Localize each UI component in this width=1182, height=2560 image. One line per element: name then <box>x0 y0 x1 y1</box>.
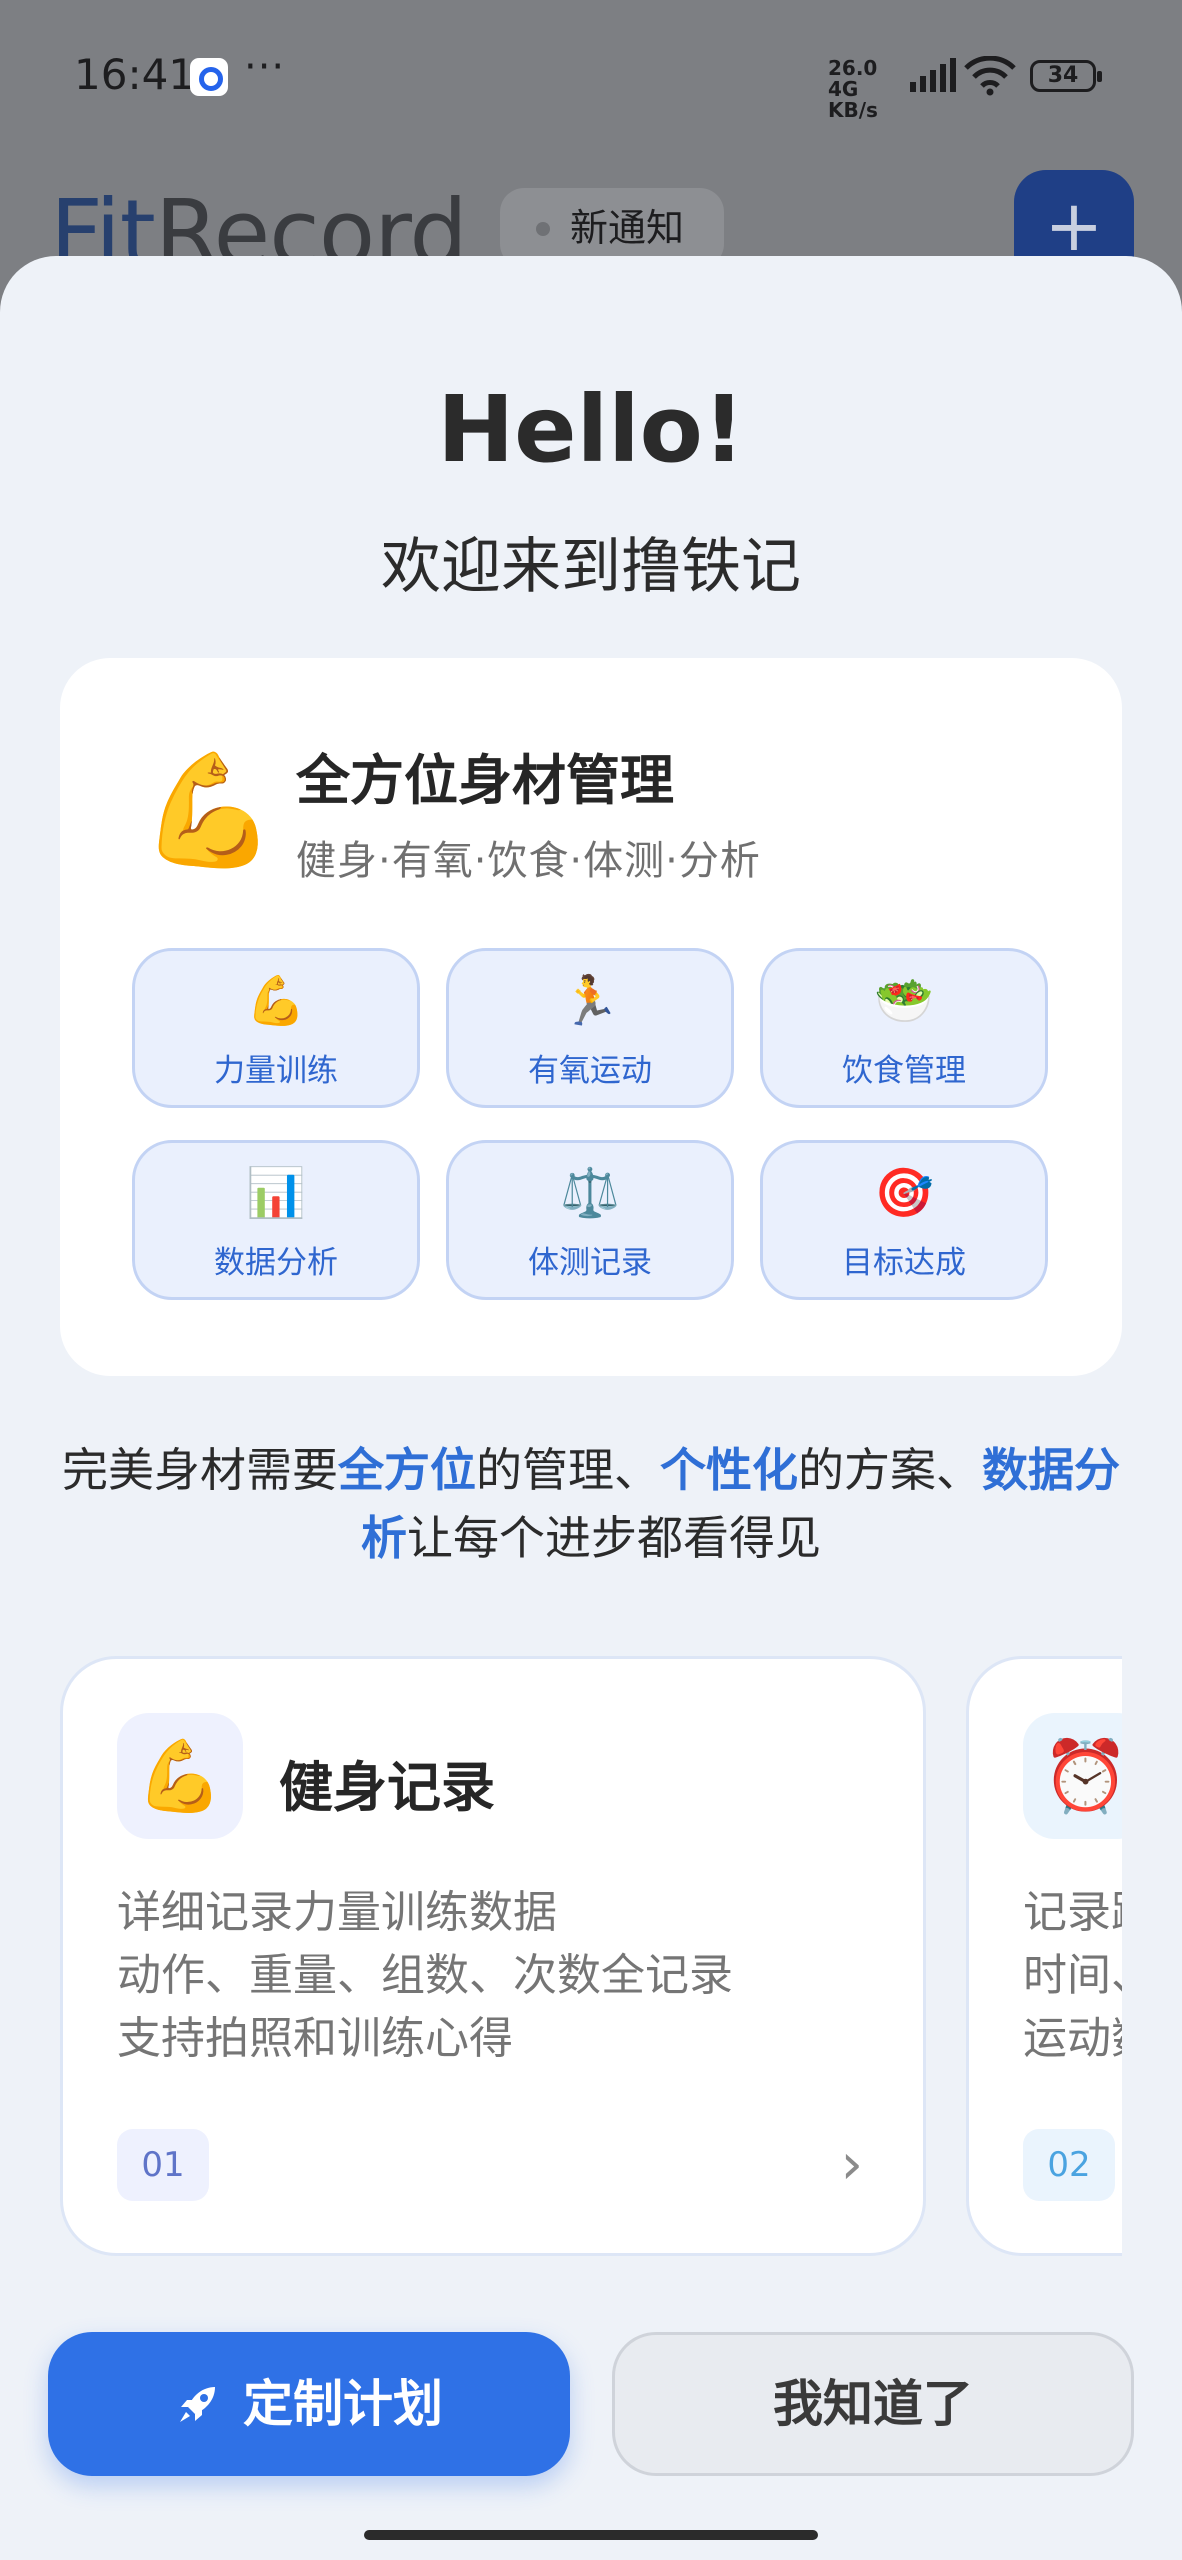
biceps-icon: 💪 <box>117 1713 243 1839</box>
desc-text: 的管理、 <box>476 1443 660 1497</box>
card-description: 记录跑 时间、 运动数 <box>1023 1881 1122 2070</box>
desc-text: 的方案、 <box>798 1443 982 1497</box>
notification-app-icon <box>190 58 228 96</box>
feature-strength-training[interactable]: 💪 力量训练 <box>132 948 420 1108</box>
intro-description: 完美身材需要全方位的管理、个性化的方案、数据分析让每个进步都看得见 <box>60 1436 1122 1572</box>
scales-icon: ⚖️ <box>560 1165 620 1221</box>
feature-label: 数据分析 <box>214 1245 338 1281</box>
card-number-badge: 01 <box>117 2129 209 2201</box>
card-number-badge: 02 <box>1023 2129 1115 2201</box>
desc-text: 完美身材需要 <box>62 1443 338 1497</box>
feature-diet[interactable]: 🥗 饮食管理 <box>760 948 1048 1108</box>
target-icon: 🎯 <box>874 1165 934 1221</box>
card-title: 健身记录 <box>279 1756 495 1819</box>
desc-highlight: 个性化 <box>660 1443 798 1497</box>
got-it-button[interactable]: 我知道了 <box>612 2332 1134 2476</box>
carousel-card-fitness-record[interactable]: 💪 健身记录 详细记录力量训练数据 动作、重量、组数、次数全记录 支持拍照和训练… <box>60 1656 926 2256</box>
status-bar: 16:41 ··· 26.0 4G KB/s 34 <box>0 0 1182 150</box>
feature-body-measurement[interactable]: ⚖️ 体测记录 <box>446 1140 734 1300</box>
overview-card: 💪 全方位身材管理 健身·有氧·饮食·体测·分析 💪 力量训练 🏃 有氧运动 🥗… <box>60 658 1122 1376</box>
welcome-subtitle: 欢迎来到撸铁记 <box>381 532 801 602</box>
card-line: 动作、重量、组数、次数全记录 <box>117 1950 733 2001</box>
desc-highlight: 全方位 <box>338 1443 476 1497</box>
card-line: 详细记录力量训练数据 <box>117 1887 557 1938</box>
card-line: 运动数 <box>1023 2013 1122 2064</box>
hello-title: Hello! <box>437 376 745 483</box>
card-description: 详细记录力量训练数据 动作、重量、组数、次数全记录 支持拍照和训练心得 <box>117 1881 877 2070</box>
salad-icon: 🥗 <box>874 973 934 1029</box>
biceps-icon: 💪 <box>246 973 306 1029</box>
feature-label: 力量训练 <box>214 1053 338 1089</box>
card-line: 记录跑 <box>1023 1887 1122 1938</box>
status-time: 16:41 <box>74 50 196 99</box>
card-line: 支持拍照和训练心得 <box>117 2013 513 2064</box>
rocket-icon <box>180 2386 215 2422</box>
card-line: 时间、 <box>1023 1950 1122 2001</box>
flexed-biceps-icon: 💪 <box>140 746 277 874</box>
wifi-icon <box>964 56 1016 96</box>
alarm-clock-icon: ⏰ <box>1023 1713 1122 1839</box>
runner-icon: 🏃 <box>560 973 620 1029</box>
feature-label: 有氧运动 <box>528 1053 652 1089</box>
overview-subtitle: 健身·有氧·饮食·体测·分析 <box>296 838 761 884</box>
feature-data-analysis[interactable]: 📊 数据分析 <box>132 1140 420 1300</box>
feature-label: 目标达成 <box>842 1245 966 1281</box>
feature-label: 饮食管理 <box>842 1053 966 1089</box>
custom-plan-label: 定制计划 <box>243 2375 443 2433</box>
signal-icon <box>910 58 956 92</box>
more-notifications-icon: ··· <box>244 44 286 90</box>
custom-plan-button[interactable]: 定制计划 <box>48 2332 570 2476</box>
welcome-sheet: Hello! 欢迎来到撸铁记 💪 全方位身材管理 健身·有氧·饮食·体测·分析 … <box>0 256 1182 2560</box>
home-indicator[interactable] <box>364 2530 818 2540</box>
chevron-right-icon[interactable]: › <box>841 2137 863 2193</box>
overview-title: 全方位身材管理 <box>296 749 674 812</box>
battery-icon: 34 <box>1030 60 1102 92</box>
carousel-card-cardio-record[interactable]: ⏰ 记录跑 时间、 运动数 02 <box>966 1656 1122 2256</box>
app-header: FitRecord 新通知 + <box>0 150 1182 290</box>
feature-cardio[interactable]: 🏃 有氧运动 <box>446 948 734 1108</box>
feature-carousel[interactable]: 💪 健身记录 详细记录力量训练数据 动作、重量、组数、次数全记录 支持拍照和训练… <box>60 1656 1122 2258</box>
bar-chart-icon: 📊 <box>246 1165 306 1221</box>
feature-goal[interactable]: 🎯 目标达成 <box>760 1140 1048 1300</box>
network-speed: 26.0 4G KB/s <box>828 56 878 122</box>
desc-text: 让每个进步都看得见 <box>407 1511 821 1565</box>
feature-label: 体测记录 <box>528 1245 652 1281</box>
